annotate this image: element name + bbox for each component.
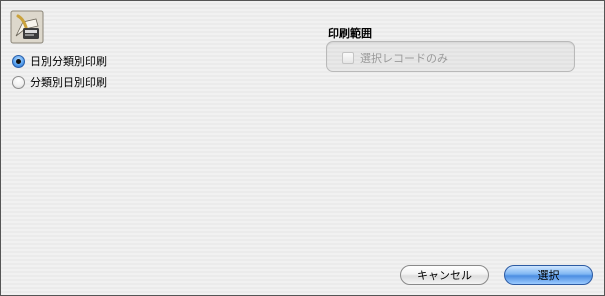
selected-records-only-label: 選択レコードのみ [360,52,448,65]
print-dialog: 日別分類別印刷 分類別日別印刷 印刷範囲 選択レコードのみ キャンセル 選択 [0,0,605,296]
radio-label: 日別分類別印刷 [30,55,107,68]
print-settings-icon [10,10,44,44]
select-button[interactable]: 選択 [504,265,593,285]
selected-records-only-option: 選択レコードのみ [342,50,448,66]
cancel-button[interactable]: キャンセル [400,265,489,285]
radio-category-daily[interactable]: 分類別日別印刷 [12,74,107,90]
radio-button-selected[interactable] [12,54,25,68]
print-range-title: 印刷範囲 [328,27,372,40]
radio-daily-category[interactable]: 日別分類別印刷 [12,53,107,69]
radio-label: 分類別日別印刷 [30,76,107,89]
print-range-group: 選択レコードのみ [326,41,575,72]
radio-button-unselected[interactable] [12,75,25,89]
selected-records-only-checkbox [342,52,354,64]
